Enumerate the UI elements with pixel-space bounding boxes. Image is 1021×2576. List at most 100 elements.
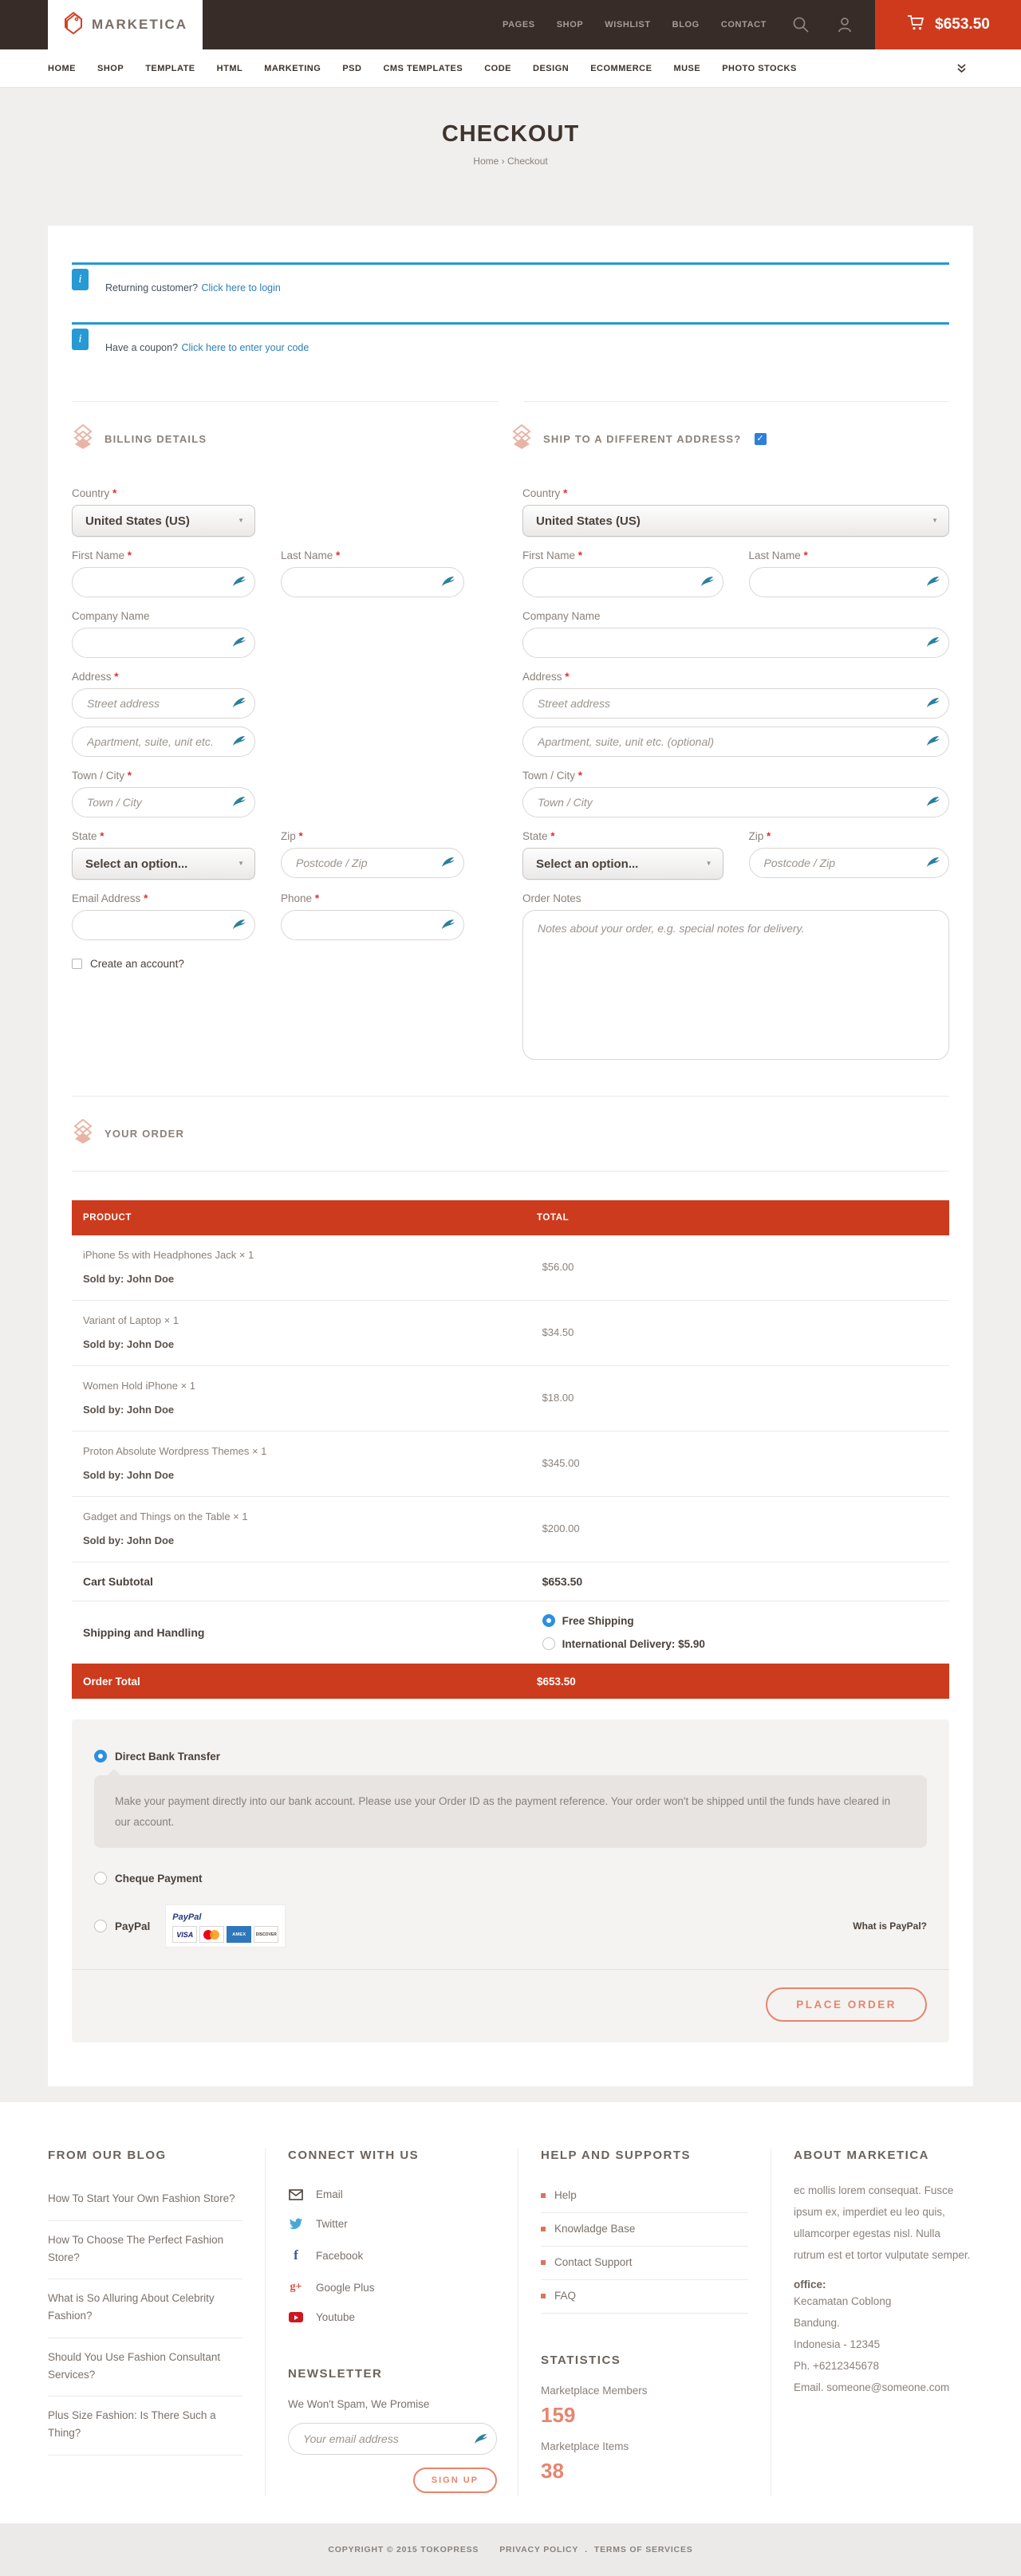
autofill-icon xyxy=(232,795,246,812)
blog-link[interactable]: How To Choose The Perfect Fashion Store? xyxy=(48,2221,242,2280)
help-link[interactable]: Help xyxy=(541,2180,748,2213)
header-nav-contact[interactable]: CONTACT xyxy=(721,20,767,30)
order-notes-textarea[interactable] xyxy=(522,910,949,1060)
billing-apartment-input[interactable] xyxy=(72,727,255,757)
menu-marketing[interactable]: MARKETING xyxy=(264,64,321,73)
shipping-country-select[interactable]: United States (US) xyxy=(522,505,949,537)
paypal-radio[interactable] xyxy=(94,1920,107,1932)
cart-icon xyxy=(906,13,926,37)
search-icon[interactable] xyxy=(791,15,810,34)
shipping-company-input[interactable] xyxy=(522,628,949,658)
marketplace-members-value: 159 xyxy=(541,2403,748,2428)
create-account-row: Create an account? xyxy=(72,958,499,970)
menu-muse[interactable]: MUSE xyxy=(673,64,700,73)
international-delivery-radio[interactable] xyxy=(542,1637,555,1650)
billing-company-input[interactable] xyxy=(72,628,255,658)
billing-phone-input[interactable] xyxy=(281,910,464,940)
header-nav-wishlist[interactable]: WISHLIST xyxy=(605,20,650,30)
header-nav-pages[interactable]: PAGES xyxy=(503,20,535,30)
tag-logo-icon xyxy=(63,10,85,40)
menu-template[interactable]: TEMPLATE xyxy=(145,64,195,73)
menu-ecommerce[interactable]: ECOMMERCE xyxy=(590,64,652,73)
what-is-paypal-link[interactable]: What is PayPal? xyxy=(853,1920,927,1932)
billing-first-name-input[interactable] xyxy=(72,567,255,597)
twitter-icon xyxy=(288,2218,304,2230)
cart-total: $653.50 xyxy=(935,16,990,33)
free-shipping-radio[interactable] xyxy=(542,1614,555,1627)
menu-code[interactable]: CODE xyxy=(484,64,511,73)
billing-street-input[interactable] xyxy=(72,688,255,719)
help-column-title: HELP AND SUPPORTS xyxy=(541,2149,748,2162)
sign-up-button[interactable]: SIGN UP xyxy=(413,2468,497,2493)
social-youtube-link[interactable]: Youtube xyxy=(288,2302,495,2332)
free-shipping-option[interactable]: Free Shipping xyxy=(542,1614,705,1627)
shipping-town-input[interactable] xyxy=(522,787,949,817)
menu-psd[interactable]: PSD xyxy=(342,64,361,73)
bottom-bar: COPYRIGHT © 2015 TOKOPRESS PRIVACY POLIC… xyxy=(0,2523,1021,2576)
paypal-option[interactable]: PayPal PayPal VISA AMEX DISCOVER What is… xyxy=(94,1905,927,1947)
logo[interactable]: MARKETICA xyxy=(48,0,203,49)
seller-name: John Doe xyxy=(127,1534,174,1546)
bank-transfer-label: Direct Bank Transfer xyxy=(115,1751,220,1763)
ship-different-checkbox[interactable] xyxy=(755,433,767,445)
create-account-checkbox[interactable] xyxy=(72,959,82,969)
billing-state-select[interactable]: Select an option... xyxy=(72,848,255,880)
header-nav-shop[interactable]: SHOP xyxy=(557,20,584,30)
blog-link[interactable]: What is So Alluring About Celebrity Fash… xyxy=(48,2279,242,2338)
cheque-payment-radio[interactable] xyxy=(94,1872,107,1885)
menu-cms-templates[interactable]: CMS TEMPLATES xyxy=(383,64,463,73)
your-order-header: YOUR ORDER xyxy=(72,1119,510,1148)
header-nav-blog[interactable]: BLOG xyxy=(672,20,700,30)
billing-zip-input[interactable] xyxy=(281,848,464,878)
footer-connect-column: CONNECT WITH US Email Twitter f Facebook… xyxy=(265,2149,518,2496)
social-email-link[interactable]: Email xyxy=(288,2180,495,2209)
shipping-apartment-input[interactable] xyxy=(522,727,949,757)
billing-last-name-input[interactable] xyxy=(281,567,464,597)
autofill-icon xyxy=(700,575,715,592)
help-link[interactable]: Knowladge Base xyxy=(541,2213,748,2247)
menu-more-chevron-icon[interactable] xyxy=(956,63,967,73)
terms-link[interactable]: TERMS OF SERVICES xyxy=(594,2545,693,2554)
blog-link[interactable]: Plus Size Fashion: Is There Such a Thing… xyxy=(48,2397,242,2456)
office-label: office: xyxy=(794,2279,973,2290)
menu-shop[interactable]: SHOP xyxy=(97,64,124,73)
bank-transfer-radio[interactable] xyxy=(94,1750,107,1763)
newsletter-email-input[interactable] xyxy=(288,2423,497,2455)
autofill-icon xyxy=(926,575,940,592)
autofill-icon xyxy=(441,575,455,592)
social-googleplus-link[interactable]: g+ Google Plus xyxy=(288,2272,495,2302)
help-link[interactable]: FAQ xyxy=(541,2280,748,2314)
shipping-zip-input[interactable] xyxy=(749,848,950,878)
seller-name: John Doe xyxy=(127,1404,174,1416)
billing-email-input[interactable] xyxy=(72,910,255,940)
privacy-policy-link[interactable]: PRIVACY POLICY xyxy=(499,2545,578,2554)
social-twitter-link[interactable]: Twitter xyxy=(288,2209,495,2239)
login-link[interactable]: Click here to login xyxy=(201,282,280,293)
menu-home[interactable]: HOME xyxy=(48,64,76,73)
help-link[interactable]: Contact Support xyxy=(541,2247,748,2280)
menu-design[interactable]: DESIGN xyxy=(533,64,569,73)
bank-transfer-option[interactable]: Direct Bank Transfer xyxy=(94,1750,927,1763)
menu-html[interactable]: HTML xyxy=(217,64,243,73)
cheque-payment-option[interactable]: Cheque Payment xyxy=(94,1872,927,1885)
autofill-icon xyxy=(232,918,246,935)
blog-link[interactable]: How To Start Your Own Fashion Store? xyxy=(48,2180,242,2220)
shipping-state-select[interactable]: Select an option... xyxy=(522,848,723,880)
coupon-link[interactable]: Click here to enter your code xyxy=(182,342,309,353)
shipping-last-name-input[interactable] xyxy=(749,567,950,597)
blog-link[interactable]: Should You Use Fashion Consultant Servic… xyxy=(48,2338,242,2397)
account-icon[interactable] xyxy=(835,15,854,34)
menu-photo-stocks[interactable]: PHOTO STOCKS xyxy=(722,64,797,73)
social-facebook-link[interactable]: f Facebook xyxy=(288,2239,495,2272)
breadcrumb-home[interactable]: Home xyxy=(473,156,499,167)
shipping-street-input[interactable] xyxy=(522,688,949,719)
shipping-first-name-input[interactable] xyxy=(522,567,723,597)
footer-help-column: HELP AND SUPPORTS Help Knowladge Base Co… xyxy=(518,2149,771,2496)
billing-country-select[interactable]: United States (US) xyxy=(72,505,255,537)
shipping-handling-row: Shipping and Handling Free Shipping Inte… xyxy=(72,1601,949,1664)
billing-town-input[interactable] xyxy=(72,787,255,817)
cart-button[interactable]: $653.50 xyxy=(875,0,1021,49)
place-order-button[interactable]: PLACE ORDER xyxy=(766,1987,927,2022)
order-notes-label: Order Notes xyxy=(522,892,949,904)
international-delivery-option[interactable]: International Delivery: $5.90 xyxy=(542,1637,705,1650)
